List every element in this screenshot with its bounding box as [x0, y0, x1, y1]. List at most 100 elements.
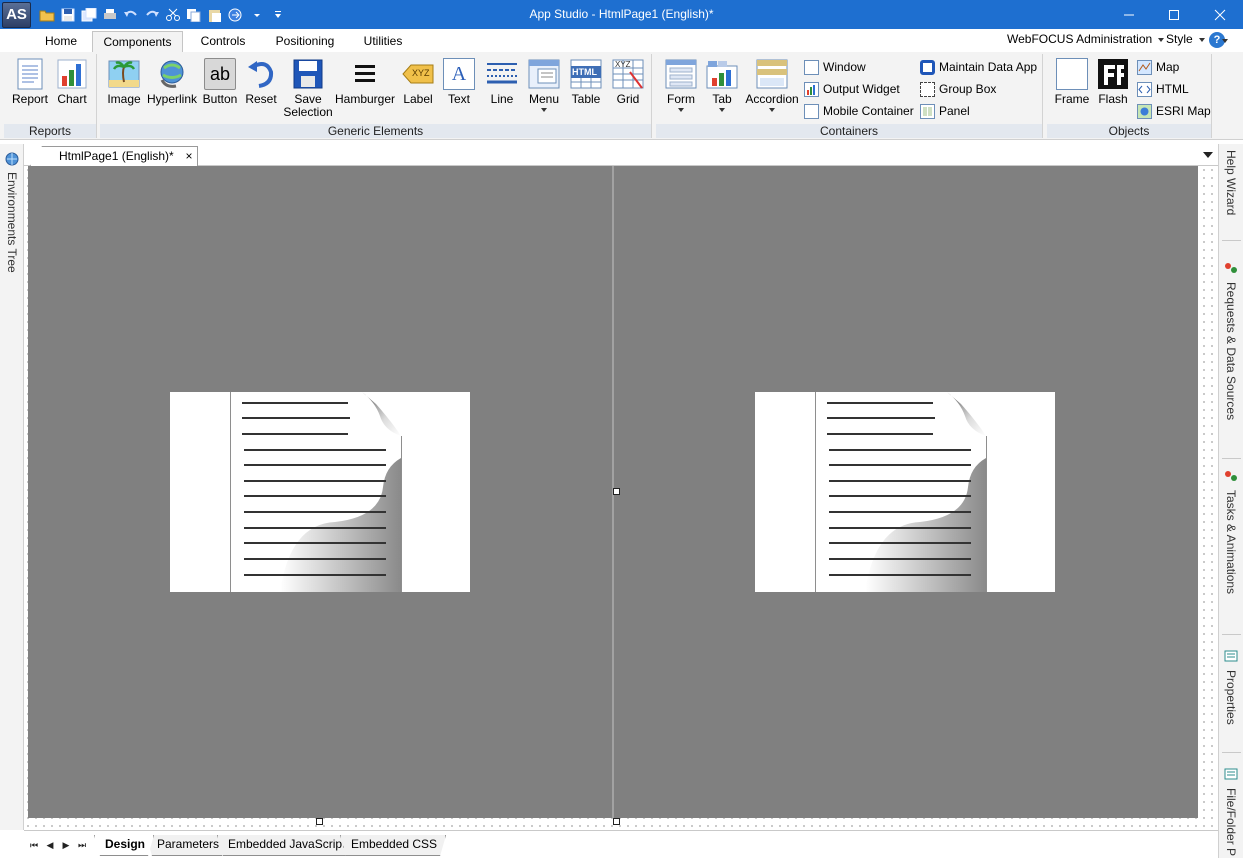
chevron-down-icon: [541, 108, 547, 112]
panel-separator: [1222, 240, 1241, 241]
resize-handle-bottom-center[interactable]: [613, 818, 620, 825]
minimize-button[interactable]: [1106, 0, 1152, 29]
hamburger-button[interactable]: Hamburger: [334, 58, 396, 122]
design-canvas[interactable]: [24, 166, 1218, 830]
webfocus-administration-menu[interactable]: WebFOCUS Administration: [1007, 32, 1165, 46]
close-icon[interactable]: ×: [183, 150, 195, 162]
mobile-container-icon: [804, 103, 819, 119]
print-icon[interactable]: [101, 6, 118, 23]
right-side-panel: Help Wizard Requests & Data Sources Task…: [1218, 144, 1243, 858]
line-button[interactable]: Line: [480, 58, 524, 122]
app-logo[interactable]: AS: [2, 2, 31, 28]
document-tab-label: HtmlPage1 (English)*: [59, 149, 174, 163]
form-button[interactable]: Form: [660, 58, 702, 122]
cut-icon[interactable]: [164, 6, 181, 23]
group-box-button[interactable]: Group Box: [920, 80, 996, 98]
tab-home[interactable]: Home: [40, 31, 82, 52]
panel-button[interactable]: Panel: [920, 102, 970, 120]
accordion-button[interactable]: Accordion: [744, 58, 800, 122]
chevron-down-icon: [719, 108, 725, 112]
reset-label: Reset: [245, 92, 277, 106]
flash-button[interactable]: Flash: [1093, 58, 1133, 122]
report-icon: [14, 58, 46, 90]
menu-label: Menu: [528, 92, 560, 106]
resize-handle-bottom-left[interactable]: [316, 818, 323, 825]
save-all-icon[interactable]: [80, 6, 97, 23]
environments-tree-tab[interactable]: Environments Tree: [2, 172, 22, 302]
floppy-disk-icon: [292, 58, 324, 90]
document-tab-htmlpage1[interactable]: HtmlPage1 (English)* ×: [30, 146, 198, 166]
tab-positioning[interactable]: Positioning: [268, 31, 342, 52]
customize-qat-icon[interactable]: [269, 6, 286, 23]
tab-embedded-css[interactable]: Embedded CSS: [340, 835, 446, 856]
maintain-data-app-button[interactable]: Maintain Data App: [920, 58, 1037, 76]
tab-controls[interactable]: Controls: [193, 31, 253, 52]
paste-icon[interactable]: [206, 6, 223, 23]
chart-button[interactable]: Chart: [52, 58, 92, 122]
label-button[interactable]: XYZ Label: [398, 58, 438, 122]
first-tab-icon[interactable]: ⏮: [28, 839, 40, 851]
output-widget-button[interactable]: Output Widget: [804, 80, 900, 98]
window-icon: [804, 59, 819, 75]
tab-label: Tab: [712, 92, 732, 106]
tab-button[interactable]: Tab: [702, 58, 742, 122]
output-widget-icon: [804, 81, 819, 97]
maximize-button[interactable]: [1151, 0, 1197, 29]
frame-button[interactable]: Frame: [1051, 58, 1093, 122]
next-tab-icon[interactable]: ▶: [60, 839, 72, 851]
tab-components[interactable]: Components: [92, 31, 183, 52]
esri-map-icon: [1137, 103, 1152, 119]
redo-icon[interactable]: [143, 6, 160, 23]
button-button[interactable]: ab Button: [200, 58, 240, 122]
text-button[interactable]: A Text: [440, 58, 478, 122]
style-menu[interactable]: Style: [1166, 32, 1205, 46]
map-button[interactable]: Map: [1137, 58, 1179, 76]
undo-icon[interactable]: [122, 6, 139, 23]
report-button[interactable]: Report: [8, 58, 52, 122]
requests-data-sources-tab[interactable]: Requests & Data Sources: [1221, 282, 1241, 432]
tab-parameters[interactable]: Parameters: [146, 835, 228, 856]
run-icon[interactable]: [227, 6, 244, 23]
reset-button[interactable]: Reset: [242, 58, 280, 122]
grid-button[interactable]: XYZ Grid: [608, 58, 648, 122]
menu-button[interactable]: Menu: [524, 58, 564, 122]
window-button[interactable]: Window: [804, 58, 866, 76]
ribbon-tab-row: Home Components Controls Positioning Uti…: [0, 29, 1243, 52]
mobile-container-button[interactable]: Mobile Container: [804, 102, 914, 120]
esri-map-button[interactable]: ESRI Map: [1137, 102, 1211, 120]
html-button[interactable]: HTML: [1137, 80, 1189, 98]
chevron-down-icon: [1198, 37, 1205, 42]
image-button[interactable]: Image: [104, 58, 144, 122]
admin-label: WebFOCUS Administration: [1007, 32, 1153, 46]
splitter-handle[interactable]: [613, 488, 620, 495]
chart-icon: [56, 58, 88, 90]
hyperlink-button[interactable]: Hyperlink: [146, 58, 198, 122]
help-wizard-tab[interactable]: Help Wizard: [1221, 150, 1241, 230]
table-button[interactable]: HTML Table: [566, 58, 606, 122]
tab-embedded-javascript[interactable]: Embedded JavaScript: [217, 835, 354, 856]
document-list-dropdown-icon[interactable]: [1203, 152, 1213, 158]
copy-icon[interactable]: [185, 6, 202, 23]
group-label-containers: Containers: [656, 124, 1042, 138]
save-icon[interactable]: [59, 6, 76, 23]
properties-tab[interactable]: Properties: [1221, 670, 1241, 750]
close-button[interactable]: [1197, 0, 1243, 29]
grid-icon-text: XYZ: [615, 60, 631, 69]
tasks-animations-tab[interactable]: Tasks & Animations: [1221, 490, 1241, 610]
grid-label: Grid: [616, 92, 640, 106]
help-dropdown-icon[interactable]: [1222, 39, 1228, 43]
table-label: Table: [571, 92, 601, 106]
save-selection-button[interactable]: Save Selection: [282, 58, 334, 122]
tab-utilities[interactable]: Utilities: [356, 31, 410, 52]
image-placeholder-left[interactable]: [170, 392, 470, 592]
last-tab-icon[interactable]: ⏭: [76, 839, 88, 851]
panel-separator: [1222, 458, 1241, 459]
button-icon: ab: [204, 58, 236, 90]
open-folder-icon[interactable]: [38, 6, 55, 23]
previous-tab-icon[interactable]: ◀: [44, 839, 56, 851]
file-folder-properties-tab[interactable]: File/Folder P: [1221, 788, 1241, 858]
tab-design[interactable]: Design: [94, 835, 154, 856]
run-dropdown-icon[interactable]: [248, 6, 265, 23]
html-label: HTML: [1156, 82, 1189, 96]
image-placeholder-right[interactable]: [755, 392, 1055, 592]
